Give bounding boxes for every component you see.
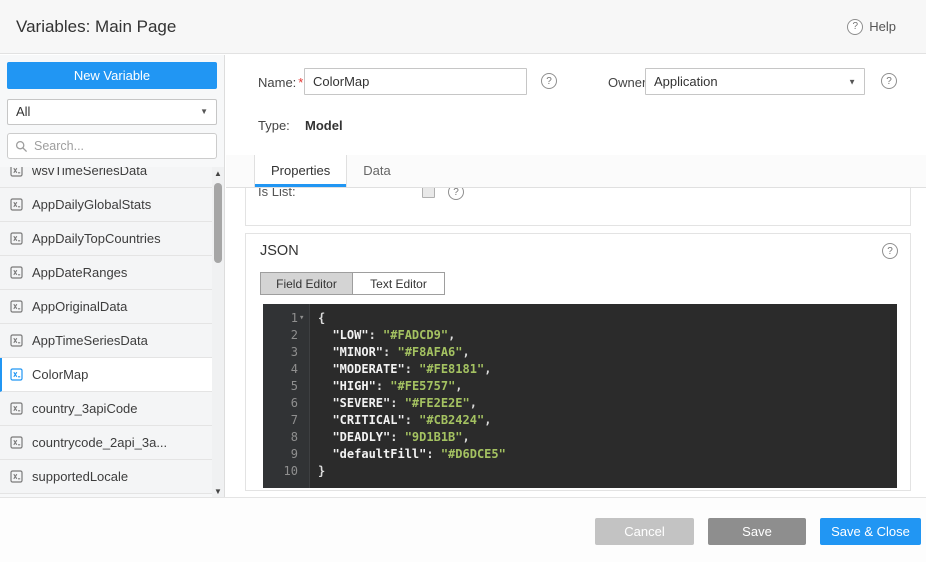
sidebar-item-label: AppDateRanges bbox=[32, 265, 127, 280]
sidebar-item-ColorMap[interactable]: ColorMap bbox=[0, 358, 212, 392]
new-variable-button[interactable]: New Variable bbox=[7, 62, 217, 89]
search-box bbox=[7, 133, 217, 159]
scroll-down-icon[interactable]: ▼ bbox=[212, 485, 224, 497]
required-marker: * bbox=[298, 75, 303, 90]
owner-help-icon[interactable]: ? bbox=[881, 73, 897, 89]
variable-icon bbox=[10, 470, 23, 483]
variable-icon bbox=[10, 368, 23, 381]
owner-value: Application bbox=[654, 74, 718, 89]
page-title: Variables: Main Page bbox=[16, 17, 176, 37]
scrollbar-thumb[interactable] bbox=[214, 183, 222, 263]
variable-icon bbox=[10, 436, 23, 449]
sidebar-item-label: ColorMap bbox=[32, 367, 88, 382]
chevron-down-icon: ▼ bbox=[200, 100, 208, 124]
variable-icon bbox=[10, 266, 23, 279]
sidebar: New Variable All ▼ wsvTimeSeriesData AppD… bbox=[0, 55, 225, 497]
code-lines: 1▾{2 "LOW": "#FADCD9",3 "MINOR": "#F8AFA… bbox=[263, 304, 897, 480]
type-value: Model bbox=[305, 118, 343, 133]
footer-buttons: Cancel Save Save & Close bbox=[595, 518, 921, 545]
tab-data[interactable]: Data bbox=[347, 155, 406, 187]
sidebar-item-AppDailyGlobalStats[interactable]: AppDailyGlobalStats bbox=[0, 188, 212, 222]
sidebar-item-label: AppOriginalData bbox=[32, 299, 127, 314]
variable-icon bbox=[10, 300, 23, 313]
is-list-checkbox[interactable] bbox=[422, 188, 435, 198]
sidebar-item-AppOriginalData[interactable]: AppOriginalData bbox=[0, 290, 212, 324]
search-icon bbox=[15, 140, 28, 153]
help-label: Help bbox=[869, 19, 896, 34]
save-button[interactable]: Save bbox=[708, 518, 806, 545]
variable-list: wsvTimeSeriesData AppDailyGlobalStats AppD… bbox=[0, 167, 212, 497]
filter-dropdown[interactable]: All ▼ bbox=[7, 99, 217, 125]
name-label: Name:* bbox=[258, 75, 303, 90]
search-input[interactable] bbox=[8, 134, 216, 158]
json-code-editor[interactable]: 1▾{2 "LOW": "#FADCD9",3 "MINOR": "#F8AFA… bbox=[263, 304, 897, 488]
help-icon: ? bbox=[847, 19, 863, 35]
json-help-icon[interactable]: ? bbox=[882, 243, 898, 259]
sidebar-item-AppDateRanges[interactable]: AppDateRanges bbox=[0, 256, 212, 290]
save-and-close-button[interactable]: Save & Close bbox=[820, 518, 921, 545]
is-list-label: Is List: bbox=[258, 188, 296, 199]
sidebar-item-wsvTimeSeriesData[interactable]: wsvTimeSeriesData bbox=[0, 167, 212, 188]
field-editor-button[interactable]: Field Editor bbox=[260, 272, 353, 295]
variable-icon bbox=[10, 402, 23, 415]
main-panel: Name:* ? Owner:* Application ▼ ? Type: M… bbox=[226, 55, 926, 497]
sidebar-item-label: wsvTimeSeriesData bbox=[32, 167, 147, 178]
json-panel: JSON ? Field Editor Text Editor 1▾{2 "LO… bbox=[245, 233, 911, 491]
help-link[interactable]: ? Help bbox=[847, 19, 896, 35]
json-section-title: JSON bbox=[260, 243, 299, 259]
variable-icon bbox=[10, 198, 23, 211]
sidebar-item-label: AppDailyGlobalStats bbox=[32, 197, 151, 212]
scroll-up-icon[interactable]: ▲ bbox=[212, 167, 224, 179]
variable-icon bbox=[10, 232, 23, 245]
sidebar-item-supportedLocale[interactable]: supportedLocale bbox=[0, 460, 212, 494]
tab-properties[interactable]: Properties bbox=[254, 155, 347, 187]
chevron-down-icon: ▼ bbox=[848, 69, 856, 94]
page-header: Variables: Main Page ? Help bbox=[0, 0, 926, 54]
cancel-button[interactable]: Cancel bbox=[595, 518, 694, 545]
sidebar-item-AppTimeSeriesData[interactable]: AppTimeSeriesData bbox=[0, 324, 212, 358]
sidebar-item-label: country_3apiCode bbox=[32, 401, 138, 416]
sidebar-item-label: AppDailyTopCountries bbox=[32, 231, 161, 246]
owner-dropdown[interactable]: Application ▼ bbox=[645, 68, 865, 95]
name-input[interactable] bbox=[304, 68, 527, 95]
editor-mode-toggle: Field Editor Text Editor bbox=[260, 272, 445, 295]
type-label: Type: bbox=[258, 118, 290, 133]
sidebar-item-label: AppTimeSeriesData bbox=[32, 333, 148, 348]
sidebar-item-AppDailyTopCountries[interactable]: AppDailyTopCountries bbox=[0, 222, 212, 256]
properties-panel-clipped: Is List: ? bbox=[245, 188, 911, 226]
tab-bar: Properties Data bbox=[226, 155, 926, 188]
variable-icon bbox=[10, 334, 23, 347]
name-help-icon[interactable]: ? bbox=[541, 73, 557, 89]
variable-icon bbox=[10, 167, 23, 177]
footer: Cancel Save Save & Close bbox=[0, 497, 926, 562]
text-editor-button[interactable]: Text Editor bbox=[352, 272, 445, 295]
filter-value: All bbox=[16, 104, 30, 119]
is-list-help-icon[interactable]: ? bbox=[448, 188, 464, 200]
sidebar-item-label: supportedLocale bbox=[32, 469, 128, 484]
sidebar-item-countrycode_2api_3a...[interactable]: countrycode_2api_3a... bbox=[0, 426, 212, 460]
list-scrollbar[interactable]: ▲ ▼ bbox=[212, 167, 224, 497]
sidebar-item-country_3apiCode[interactable]: country_3apiCode bbox=[0, 392, 212, 426]
sidebar-item-label: countrycode_2api_3a... bbox=[32, 435, 167, 450]
